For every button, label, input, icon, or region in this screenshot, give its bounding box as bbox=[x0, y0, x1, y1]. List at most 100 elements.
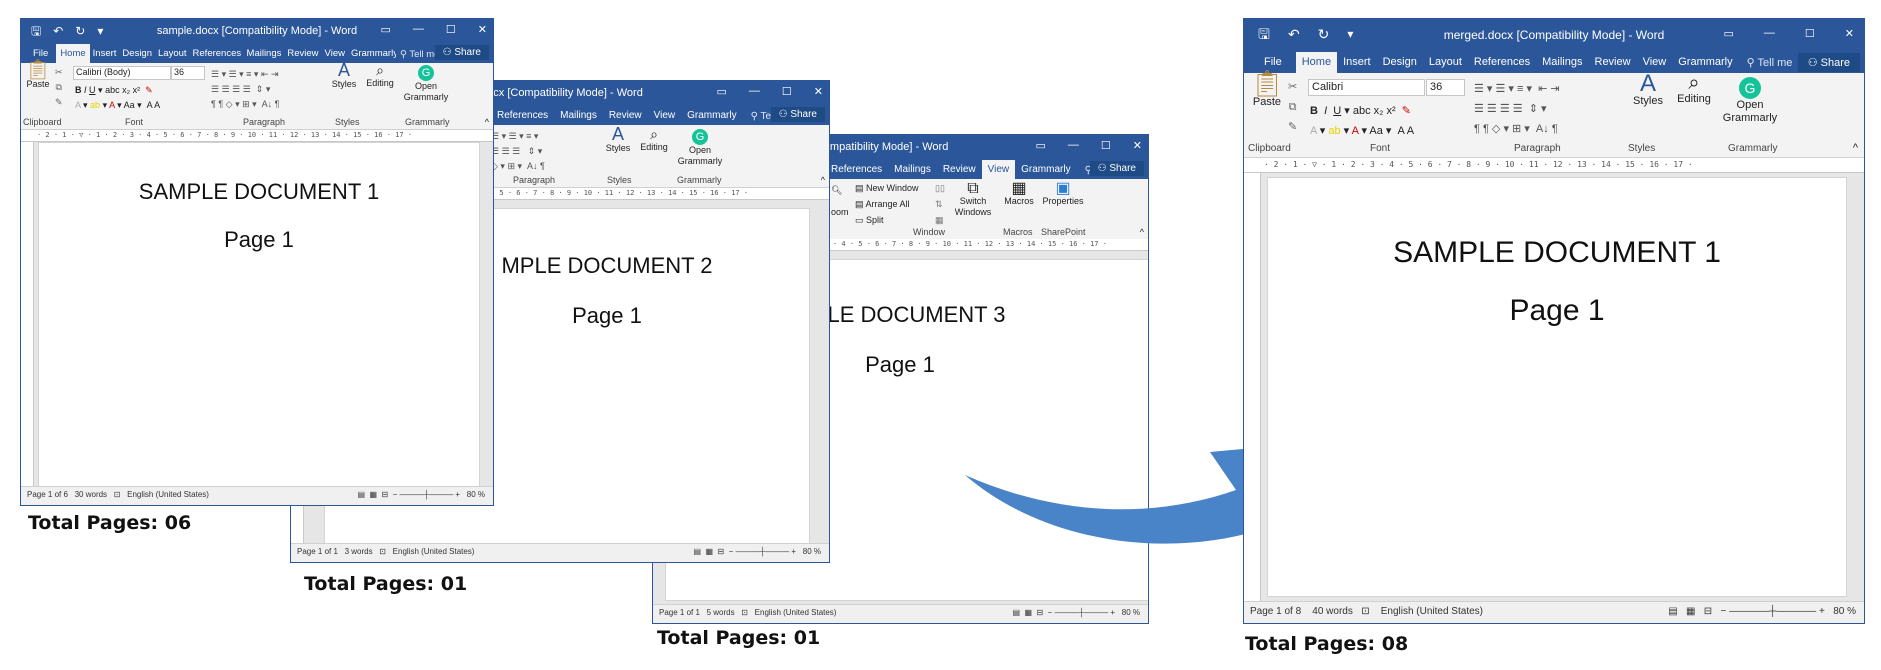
paste-button[interactable]: 📋︎ Paste bbox=[25, 60, 51, 90]
proofing-icon[interactable]: ⊡ bbox=[379, 547, 386, 556]
tab-grammarly[interactable]: Grammarly bbox=[1672, 52, 1738, 73]
tab-references[interactable]: References bbox=[491, 106, 554, 125]
open-grammarly-button[interactable]: G Open Grammarly bbox=[677, 129, 723, 167]
tab-review[interactable]: Review bbox=[603, 106, 648, 125]
editing-button[interactable]: ⌕ Editing bbox=[363, 63, 397, 89]
language-indicator[interactable]: English (United States) bbox=[1381, 606, 1483, 617]
styles-button[interactable]: A Styles bbox=[603, 125, 633, 154]
tab-review[interactable]: Review bbox=[284, 44, 321, 63]
collapse-ribbon-icon[interactable]: ^ bbox=[1853, 143, 1858, 154]
arrange-all-button[interactable]: ▤ Arrange All bbox=[855, 199, 910, 210]
cut-copy-format-icons[interactable]: ✂ ⧉ ✎ bbox=[1288, 77, 1297, 137]
reset-position-icon[interactable]: ▦ bbox=[935, 215, 944, 226]
word-count[interactable]: 30 words bbox=[75, 490, 107, 499]
share-button[interactable]: ⚇ Share bbox=[770, 107, 825, 122]
tab-references[interactable]: References bbox=[190, 44, 244, 63]
web-layout-icon[interactable]: ⊟ bbox=[1704, 606, 1712, 617]
close-icon[interactable]: ✕ bbox=[1133, 139, 1142, 152]
split-button[interactable]: ▭ Split bbox=[855, 215, 884, 226]
side-by-side-icon[interactable]: ▯▯ bbox=[935, 183, 945, 194]
tab-mailings[interactable]: Mailings bbox=[888, 160, 937, 179]
tab-design[interactable]: Design bbox=[119, 44, 155, 63]
read-mode-icon[interactable]: ▤ bbox=[357, 490, 365, 499]
font-name-select[interactable]: Calibri (Body) bbox=[73, 66, 171, 80]
collapse-ribbon-icon[interactable]: ^ bbox=[485, 117, 489, 128]
macros-button[interactable]: ▦ Macros bbox=[1001, 181, 1037, 207]
minimize-icon[interactable]: — bbox=[413, 23, 424, 36]
tab-review[interactable]: Review bbox=[1589, 52, 1637, 73]
page-count[interactable]: Page 1 of 1 bbox=[659, 608, 700, 617]
tell-me-search[interactable]: ⚲ Tell me bbox=[1739, 52, 1801, 73]
new-window-button[interactable]: ▤ New Window bbox=[855, 183, 919, 194]
language-indicator[interactable]: English (United States) bbox=[127, 490, 209, 499]
close-icon[interactable]: ✕ bbox=[1845, 27, 1854, 40]
close-icon[interactable]: ✕ bbox=[478, 23, 487, 36]
zoom-out-button[interactable]: − bbox=[1721, 606, 1727, 617]
web-layout-icon[interactable]: ⊟ bbox=[717, 547, 724, 556]
maximize-icon[interactable]: ☐ bbox=[1101, 139, 1111, 152]
zoom-in-button[interactable]: + bbox=[1819, 606, 1825, 617]
paste-button[interactable]: 📋︎ Paste bbox=[1250, 70, 1284, 109]
print-layout-icon[interactable]: ▦ bbox=[369, 490, 377, 499]
tab-insert[interactable]: Insert bbox=[90, 44, 120, 63]
page-count[interactable]: Page 1 of 6 bbox=[27, 490, 68, 499]
tab-layout[interactable]: Layout bbox=[155, 44, 190, 63]
tab-mailings[interactable]: Mailings bbox=[244, 44, 285, 63]
zoom-in-button[interactable]: + bbox=[791, 547, 796, 556]
editing-button[interactable]: ⌕ Editing bbox=[1672, 73, 1716, 106]
print-layout-icon[interactable]: ▦ bbox=[1686, 606, 1695, 617]
paragraph-controls[interactable]: ☰ ▾ ☰ ▾ ≡ ▾ ⇤ ⇥ ☰ ☰ ☰ ☰ ⇕ ▾ ¶ ¶ ◇ ▾ ⊞ ▾ A↓… bbox=[211, 67, 280, 112]
tab-grammarly[interactable]: Grammarly bbox=[1015, 160, 1076, 179]
zoom-in-button[interactable]: + bbox=[1110, 608, 1115, 617]
zoom-level[interactable]: 80 % bbox=[1122, 608, 1140, 617]
tab-home[interactable]: Home bbox=[1295, 52, 1338, 73]
web-layout-icon[interactable]: ⊟ bbox=[381, 490, 388, 499]
word-count[interactable]: 5 words bbox=[707, 608, 735, 617]
cut-copy-format-icons[interactable]: ✂ ⧉ ✎ bbox=[55, 65, 63, 110]
document-page[interactable]: SAMPLE DOCUMENT 1 Page 1 bbox=[1267, 177, 1847, 597]
read-mode-icon[interactable]: ▤ bbox=[1012, 608, 1020, 617]
share-button[interactable]: ⚇ Share bbox=[1089, 161, 1144, 176]
zoom-out-button[interactable]: − bbox=[729, 547, 734, 556]
word-count[interactable]: 3 words bbox=[345, 547, 373, 556]
paragraph-controls[interactable]: ☰ ▾ ☰ ▾ ≡ ▾ ☰ ☰ ☰ ⇕ ▾ ◇ ▾ ⊞ ▾ A↓ ¶ bbox=[491, 129, 545, 174]
tab-mailings[interactable]: Mailings bbox=[1536, 52, 1588, 73]
zoom-level[interactable]: 80 % bbox=[1833, 606, 1856, 617]
tab-home[interactable]: Home bbox=[56, 44, 90, 63]
font-name-select[interactable]: Calibri bbox=[1308, 79, 1425, 96]
tab-references[interactable]: References bbox=[1468, 52, 1536, 73]
tab-grammarly[interactable]: Grammarly bbox=[348, 44, 396, 63]
zoom-out-button[interactable]: − bbox=[1048, 608, 1053, 617]
maximize-icon[interactable]: ☐ bbox=[446, 23, 456, 36]
language-indicator[interactable]: English (United States) bbox=[393, 547, 475, 556]
paragraph-controls[interactable]: ☰ ▾ ☰ ▾ ≡ ▾ ⇤ ⇥ ☰ ☰ ☰ ☰ ⇕ ▾ ¶ ¶ ◇ ▾ ⊞ ▾ A↓… bbox=[1474, 79, 1560, 139]
web-layout-icon[interactable]: ⊟ bbox=[1036, 608, 1043, 617]
ribbon-display-icon[interactable]: ▭ bbox=[1036, 139, 1046, 152]
share-button[interactable]: ⚇ Share bbox=[1797, 53, 1860, 72]
tab-review[interactable]: Review bbox=[937, 160, 982, 179]
tab-references[interactable]: References bbox=[825, 160, 888, 179]
ribbon-display-icon[interactable]: ▭ bbox=[717, 85, 727, 98]
word-count[interactable]: 40 words bbox=[1312, 606, 1353, 617]
page-count[interactable]: Page 1 of 8 bbox=[1250, 606, 1301, 617]
minimize-icon[interactable]: — bbox=[1764, 27, 1775, 40]
tab-view[interactable]: View bbox=[981, 160, 1016, 179]
document-page[interactable]: SAMPLE DOCUMENT 1 Page 1 bbox=[38, 142, 480, 486]
tab-view[interactable]: View bbox=[648, 106, 682, 125]
open-grammarly-button[interactable]: G Open Grammarly bbox=[401, 65, 451, 103]
close-icon[interactable]: ✕ bbox=[814, 85, 823, 98]
font-size-select[interactable]: 36 bbox=[1426, 79, 1465, 96]
ribbon-display-icon[interactable]: ▭ bbox=[381, 23, 391, 36]
zoom-level[interactable]: 80 % bbox=[467, 490, 485, 499]
zoom-out-button[interactable]: − bbox=[393, 490, 398, 499]
ribbon-display-icon[interactable]: ▭ bbox=[1724, 27, 1734, 40]
tab-mailings[interactable]: Mailings bbox=[554, 106, 603, 125]
tab-layout[interactable]: Layout bbox=[1423, 52, 1468, 73]
tab-design[interactable]: Design bbox=[1377, 52, 1423, 73]
maximize-icon[interactable]: ☐ bbox=[782, 85, 792, 98]
collapse-ribbon-icon[interactable]: ^ bbox=[821, 175, 825, 186]
font-size-select[interactable]: 36 bbox=[171, 66, 205, 80]
styles-button[interactable]: A Styles bbox=[1628, 72, 1668, 108]
minimize-icon[interactable]: — bbox=[749, 85, 760, 98]
maximize-icon[interactable]: ☐ bbox=[1805, 27, 1815, 40]
